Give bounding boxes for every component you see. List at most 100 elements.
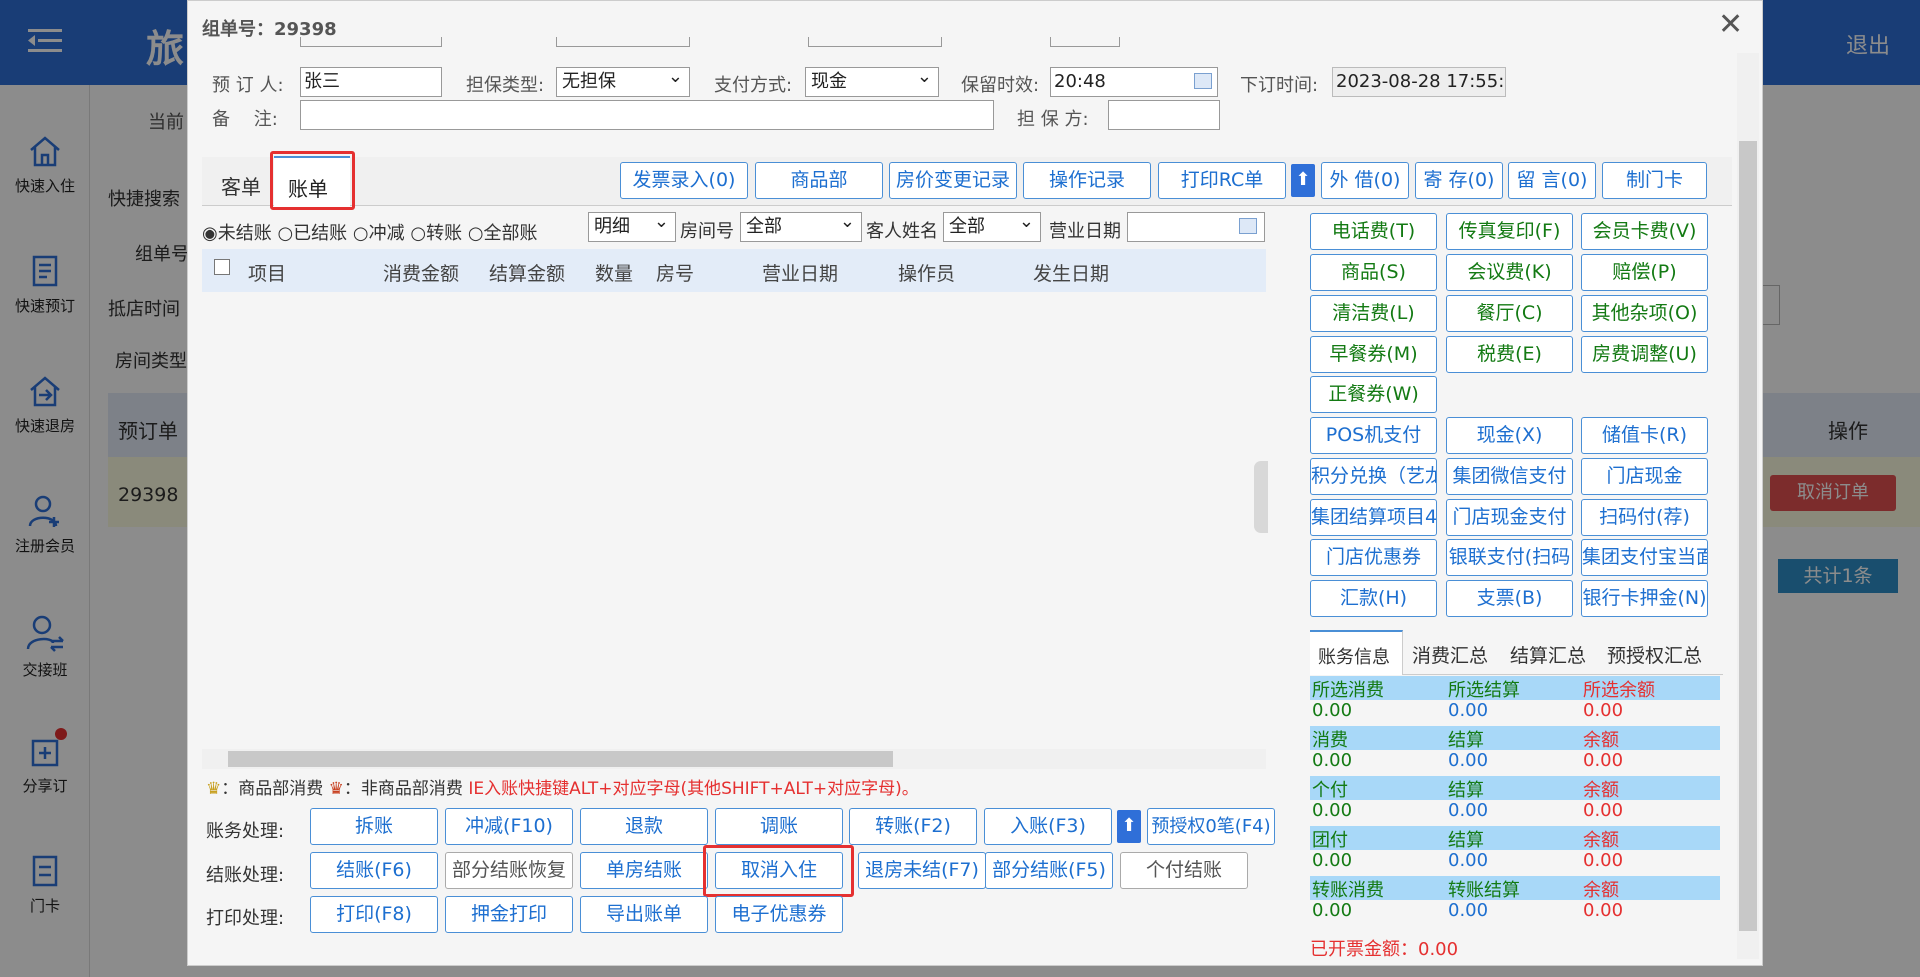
filter-radios[interactable]: ◉未结账 ○已结账 ○冲减 ○转账 ○全部账: [202, 219, 538, 245]
deposit-print-button[interactable]: 押金打印: [445, 896, 573, 933]
deposit-button[interactable]: 寄 存(0): [1415, 162, 1503, 199]
phone-fee-button[interactable]: 电话费(T): [1310, 213, 1437, 250]
remark-label: 备 注:: [212, 109, 278, 130]
print-row-label: 打印处理:: [206, 908, 285, 929]
tab-consume-summary[interactable]: 消费汇总: [1412, 641, 1488, 668]
business-date-label: 营业日期: [1049, 221, 1121, 242]
info-header-row: 消费 结算 余额: [1310, 726, 1720, 751]
price-change-log-button[interactable]: 房价变更记录: [889, 162, 1017, 199]
breakfast-coupon-button[interactable]: 早餐券(M): [1310, 336, 1437, 373]
split-bill-button[interactable]: 拆账: [310, 808, 438, 845]
offset-button[interactable]: 冲减(F10): [445, 808, 573, 845]
guarantee-type-select[interactable]: 无担保: [556, 63, 690, 97]
group-settle-item-button[interactable]: 集团结算项目4: [1310, 499, 1437, 536]
compensation-button[interactable]: 赔偿(P): [1581, 254, 1708, 291]
guarantor-input[interactable]: [1108, 100, 1220, 130]
info-header-cell: 余额: [1583, 730, 1619, 751]
partial-settle-button[interactable]: 部分结账(F5): [985, 852, 1113, 889]
tax-button[interactable]: 税费(E): [1446, 336, 1573, 373]
group-alipay-button[interactable]: 集团支付宝当面: [1581, 539, 1708, 576]
group-wechat-pay-button[interactable]: 集团微信支付: [1446, 458, 1573, 495]
goods-button[interactable]: 商品(S): [1310, 254, 1437, 291]
calendar-icon[interactable]: [1194, 73, 1212, 89]
modal-scrollbar-thumb[interactable]: [1739, 141, 1757, 931]
arrow-up-icon[interactable]: ⬆: [1291, 164, 1315, 197]
store-coupon-button[interactable]: 门店优惠券: [1310, 539, 1437, 576]
hidden-field: [1050, 37, 1120, 47]
settle-row-label: 结账处理:: [206, 865, 285, 886]
scan-pay-button[interactable]: 扫码付(荐): [1581, 499, 1708, 536]
meal-coupon-button[interactable]: 正餐券(W): [1310, 376, 1437, 413]
meeting-fee-button[interactable]: 会议费(K): [1446, 254, 1573, 291]
highlight-box: [703, 845, 854, 897]
radio-all[interactable]: ○: [468, 223, 484, 244]
room-fee-adjust-button[interactable]: 房费调整(U): [1581, 336, 1708, 373]
transfer-button[interactable]: 转账(F2): [849, 808, 977, 845]
individual-settle-button[interactable]: 个付结账: [1120, 852, 1248, 889]
print-rc-button[interactable]: 打印RC单: [1158, 162, 1286, 199]
restaurant-button[interactable]: 餐厅(C): [1446, 295, 1573, 332]
operation-log-button[interactable]: 操作记录: [1023, 162, 1151, 199]
bank-card-deposit-button[interactable]: 银行卡押金(N): [1581, 580, 1708, 617]
cash-button[interactable]: 现金(X): [1446, 417, 1573, 454]
points-redeem-button[interactable]: 积分兑换（艺龙: [1310, 458, 1437, 495]
table-hscrollbar-thumb[interactable]: [228, 751, 893, 767]
panel-collapse-handle[interactable]: [1254, 461, 1268, 533]
single-room-settle-button[interactable]: 单房结账: [580, 852, 708, 889]
lend-button[interactable]: 外 借(0): [1321, 162, 1409, 199]
detail-select[interactable]: 明细: [588, 208, 676, 242]
export-bill-button[interactable]: 导出账单: [580, 896, 708, 933]
info-header-cell: 转账消费: [1312, 880, 1384, 901]
cleaning-fee-button[interactable]: 清洁费(L): [1310, 295, 1437, 332]
message-button[interactable]: 留 言(0): [1508, 162, 1596, 199]
highlight-box: [270, 151, 355, 210]
info-value-cell: 0.00: [1312, 700, 1353, 721]
e-coupon-button[interactable]: 电子优惠券: [715, 896, 843, 933]
radio-transfer[interactable]: ○: [410, 223, 426, 244]
payment-select[interactable]: 现金: [805, 63, 939, 97]
radio-offset[interactable]: ○: [353, 223, 369, 244]
stored-value-card-button[interactable]: 储值卡(R): [1581, 417, 1708, 454]
tab-guest[interactable]: 客单: [221, 171, 261, 200]
unionpay-button[interactable]: 银联支付(扫码: [1446, 539, 1573, 576]
fax-copy-button[interactable]: 传真复印(F): [1446, 213, 1573, 250]
radio-settled[interactable]: ○: [277, 223, 293, 244]
guest-name-select[interactable]: 全部: [943, 208, 1041, 242]
room-select[interactable]: 全部: [740, 208, 862, 242]
radio-unsettled[interactable]: ◉: [202, 223, 218, 244]
checkout-unsettled-button[interactable]: 退房未结(F7): [858, 852, 986, 889]
partial-settle-restore-button[interactable]: 部分结账恢复: [445, 852, 573, 889]
store-cash-pay-button[interactable]: 门店现金支付: [1446, 499, 1573, 536]
invoice-entry-button[interactable]: 发票录入(0): [620, 162, 748, 199]
store-cash-button[interactable]: 门店现金: [1581, 458, 1708, 495]
pos-pay-button[interactable]: POS机支付: [1310, 417, 1437, 454]
member-card-fee-button[interactable]: 会员卡费(V): [1581, 213, 1708, 250]
bill-table-body: [202, 292, 1266, 744]
order-time-field: 2023-08-28 17:55:3: [1332, 67, 1506, 97]
room-label: 房间号: [680, 221, 734, 242]
arrow-up-icon[interactable]: ⬆: [1117, 810, 1141, 843]
calendar-icon[interactable]: [1239, 218, 1257, 234]
remark-input[interactable]: [300, 100, 994, 130]
print-button[interactable]: 打印(F8): [310, 896, 438, 933]
info-header-cell: 团付: [1312, 830, 1348, 851]
refund-button[interactable]: 退款: [580, 808, 708, 845]
close-icon[interactable]: ✕: [1718, 7, 1743, 42]
make-card-button[interactable]: 制门卡: [1602, 162, 1707, 199]
post-button[interactable]: 入账(F3): [984, 808, 1112, 845]
tab-settle-summary[interactable]: 结算汇总: [1510, 641, 1586, 668]
select-all-checkbox[interactable]: [214, 259, 230, 275]
checkout-settle-button[interactable]: 结账(F6): [310, 852, 438, 889]
hidden-field: [808, 37, 942, 47]
info-value-cell: 0.00: [1448, 700, 1489, 721]
misc-button[interactable]: 其他杂项(O): [1581, 295, 1708, 332]
pre-auth-button[interactable]: 预授权0笔(F4): [1147, 808, 1275, 845]
booker-input[interactable]: 张三: [300, 67, 442, 97]
adjust-button[interactable]: 调账: [715, 808, 843, 845]
info-value-cell: 0.00: [1312, 800, 1353, 821]
hold-time-input[interactable]: 20:48: [1050, 67, 1218, 97]
cheque-button[interactable]: 支票(B): [1446, 580, 1573, 617]
goods-dept-button[interactable]: 商品部: [755, 162, 883, 199]
tab-preauth-summary[interactable]: 预授权汇总: [1607, 641, 1702, 668]
remittance-button[interactable]: 汇款(H): [1310, 580, 1437, 617]
